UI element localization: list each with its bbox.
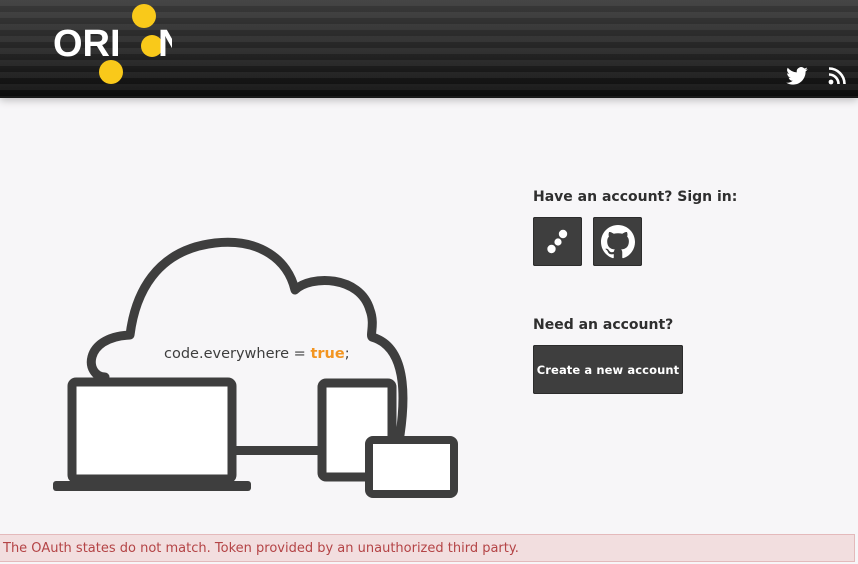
code-line: code.everywhere = true;	[164, 346, 350, 362]
tablet-home-button	[355, 468, 359, 472]
github-icon	[600, 224, 635, 258]
connector-line	[236, 446, 318, 455]
orion-signin-button[interactable]	[533, 217, 582, 266]
code-prefix: code.everywhere =	[164, 346, 310, 362]
phone-device	[365, 436, 458, 498]
rss-icon[interactable]	[826, 65, 848, 87]
create-account-button[interactable]: Create a new account	[533, 345, 683, 394]
twitter-icon[interactable]	[786, 65, 808, 87]
cloud-devices-illustration: code.everywhere = true;	[40, 235, 470, 500]
register-title: Need an account?	[533, 317, 674, 333]
logo-wordmark: ORI	[53, 23, 121, 65]
logo-wordmark-n: N	[158, 23, 172, 65]
register-section: Need an account? Create a new account	[533, 316, 833, 394]
orion-logo[interactable]: ORI N	[52, 4, 172, 88]
error-message-bar: The OAuth states do not match. Token pro…	[0, 534, 855, 562]
error-message-text: The OAuth states do not match. Token pro…	[3, 541, 519, 556]
code-value: true	[310, 346, 344, 362]
phone-home-button	[369, 463, 373, 467]
github-signin-button[interactable]	[593, 217, 642, 266]
header-icons	[786, 64, 848, 88]
signin-title: Have an account? Sign in:	[533, 189, 738, 205]
orion-dots-icon	[546, 229, 567, 253]
signin-section: Have an account? Sign in:	[533, 188, 833, 266]
provider-buttons	[533, 217, 833, 266]
top-header: ORI N	[0, 0, 858, 98]
laptop-screen	[67, 377, 237, 484]
code-suffix: ;	[345, 346, 350, 362]
laptop-base	[53, 481, 251, 491]
